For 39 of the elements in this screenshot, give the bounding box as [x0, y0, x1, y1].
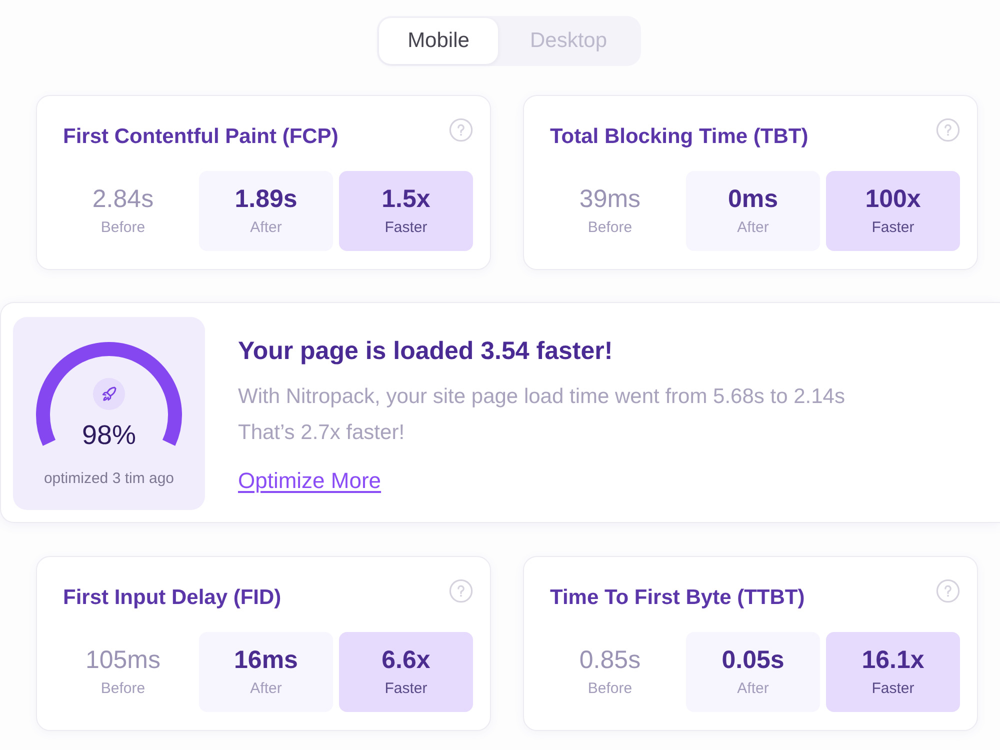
- stat-label: After: [737, 680, 769, 698]
- stat-value: 6.6x: [382, 646, 430, 674]
- metric-title: First Contentful Paint (FCP): [63, 124, 338, 150]
- stat-value: 1.5x: [382, 185, 430, 213]
- gauge-caption: optimized 3 tim ago: [44, 470, 174, 488]
- stat-value: 0.05s: [722, 646, 784, 674]
- metric-title: Time To First Byte (TTBT): [550, 585, 805, 611]
- help-icon[interactable]: [449, 118, 473, 142]
- stat-value: 16.1x: [862, 646, 924, 674]
- stat-value: 0.85s: [579, 646, 641, 674]
- stat-value: 1.89s: [234, 185, 298, 213]
- stat-label: Faster: [384, 219, 428, 237]
- stat-label: Before: [100, 219, 146, 237]
- optimize-more-link[interactable]: Optimize More: [238, 467, 382, 495]
- stat-label: After: [250, 219, 282, 237]
- stat-value: 16ms: [234, 646, 298, 674]
- toggle-tab[interactable]: Mobile: [379, 18, 498, 64]
- stat-value: 0ms: [728, 185, 778, 213]
- stat-label: Before: [588, 680, 632, 698]
- summary-title: Your page is loaded 3.54 faster!: [238, 336, 613, 366]
- summary-text: With Nitropack, your site page load time went from 5.68s to 2.14s That’s 2.7x faster!: [238, 384, 845, 446]
- stat-label: After: [250, 680, 282, 698]
- stat-label: Before: [588, 219, 632, 237]
- stat-label: Faster: [384, 680, 428, 698]
- metric-title: Total Blocking Time (TBT): [550, 124, 808, 150]
- help-icon[interactable]: [936, 579, 960, 603]
- stat-label: Faster: [872, 680, 914, 698]
- stat-value: 105ms: [85, 646, 161, 674]
- stat-value: 100x: [865, 185, 921, 213]
- stat-label: Before: [100, 680, 146, 698]
- help-icon[interactable]: [936, 118, 960, 142]
- metric-title: First Input Delay (FID): [63, 585, 282, 611]
- gauge-reading: 98%: [82, 420, 136, 450]
- help-icon[interactable]: [449, 579, 473, 603]
- stat-value: 39ms: [579, 185, 641, 213]
- stat-label: After: [737, 219, 769, 237]
- stat-value: 2.84s: [92, 185, 154, 213]
- rocket-icon: [93, 378, 125, 410]
- stat-label: Faster: [872, 219, 914, 237]
